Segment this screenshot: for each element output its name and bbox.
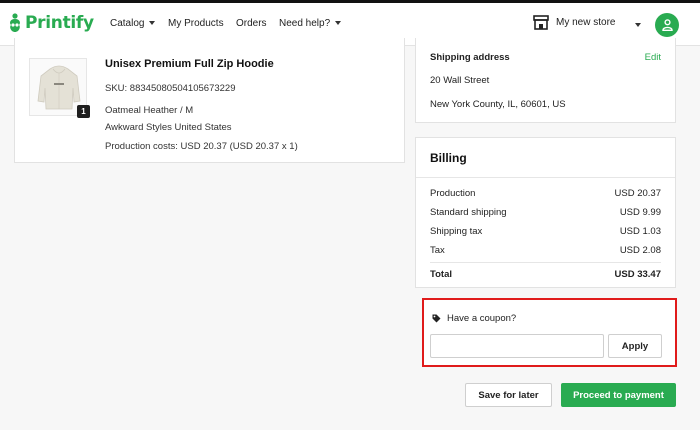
edit-address-link[interactable]: Edit	[645, 52, 661, 63]
storefront-icon	[533, 15, 549, 30]
apply-coupon-button[interactable]: Apply	[608, 334, 662, 358]
billing-row-value: USD 20.37	[614, 188, 661, 199]
coupon-label: Have a coupon?	[432, 313, 516, 324]
coupon-label-text: Have a coupon?	[447, 313, 517, 324]
billing-row-label: Tax	[430, 245, 445, 256]
product-provider: Awkward Styles United States	[105, 122, 232, 133]
billing-row-value: USD 1.03	[619, 226, 661, 237]
billing-total-value: USD 33.47	[614, 269, 661, 280]
nav-orders[interactable]: Orders	[236, 18, 267, 29]
nav-need-help[interactable]: Need help?	[279, 18, 342, 29]
billing-heading: Billing	[430, 151, 467, 165]
shipping-address-card: Shipping address Edit 20 Wall Street New…	[415, 38, 676, 123]
billing-row-shipping-tax: Shipping tax USD 1.03	[430, 226, 661, 237]
proceed-to-payment-button[interactable]: Proceed to payment	[561, 383, 676, 407]
store-selector[interactable]: My new store	[533, 15, 615, 30]
printify-logo[interactable]: Printify	[8, 13, 94, 33]
address-city: New York County, IL, 60601, US	[430, 99, 566, 110]
billing-row-tax: Tax USD 2.08	[430, 245, 661, 256]
billing-card: Billing Production USD 20.37 Standard sh…	[415, 137, 676, 288]
nav-catalog-label: Catalog	[110, 18, 145, 29]
billing-row-production: Production USD 20.37	[430, 188, 661, 199]
product-title[interactable]: Unisex Premium Full Zip Hoodie	[105, 58, 274, 70]
chevron-down-icon	[335, 21, 342, 26]
store-chevron-down-icon[interactable]	[635, 23, 641, 27]
billing-total-label: Total	[430, 269, 452, 280]
billing-row-shipping: Standard shipping USD 9.99	[430, 207, 661, 218]
billing-row-total: Total USD 33.47	[430, 269, 661, 280]
printify-logo-icon	[10, 13, 20, 32]
billing-row-value: USD 9.99	[619, 207, 661, 218]
nav-catalog[interactable]: Catalog	[110, 18, 156, 29]
chevron-down-icon	[149, 21, 156, 26]
billing-row-label: Production	[430, 188, 476, 199]
production-costs: Production costs: USD 20.37 (USD 20.37 x…	[105, 141, 298, 152]
user-icon	[661, 19, 673, 31]
tag-icon	[432, 314, 441, 323]
billing-row-value: USD 2.08	[619, 245, 661, 256]
coupon-section: Have a coupon? Apply	[422, 298, 677, 367]
nav-my-products[interactable]: My Products	[168, 18, 224, 29]
address-street: 20 Wall Street	[430, 75, 490, 86]
billing-row-label: Standard shipping	[430, 207, 507, 218]
divider	[416, 177, 675, 178]
order-item-card: 1 Unisex Premium Full Zip Hoodie SKU: 88…	[14, 38, 405, 163]
save-for-later-button[interactable]: Save for later	[465, 383, 552, 407]
nav-need-help-label: Need help?	[279, 18, 331, 29]
divider	[430, 262, 661, 263]
billing-row-label: Shipping tax	[430, 226, 483, 237]
shipping-address-heading: Shipping address	[430, 52, 510, 63]
avatar[interactable]	[655, 13, 679, 37]
quantity-badge: 1	[77, 105, 90, 118]
product-sku: SKU: 88345080504105673229	[105, 83, 236, 94]
store-name: My new store	[556, 17, 616, 28]
product-variant: Oatmeal Heather / M	[105, 105, 194, 116]
coupon-code-input[interactable]	[430, 334, 604, 358]
brand-name: Printify	[25, 13, 94, 33]
